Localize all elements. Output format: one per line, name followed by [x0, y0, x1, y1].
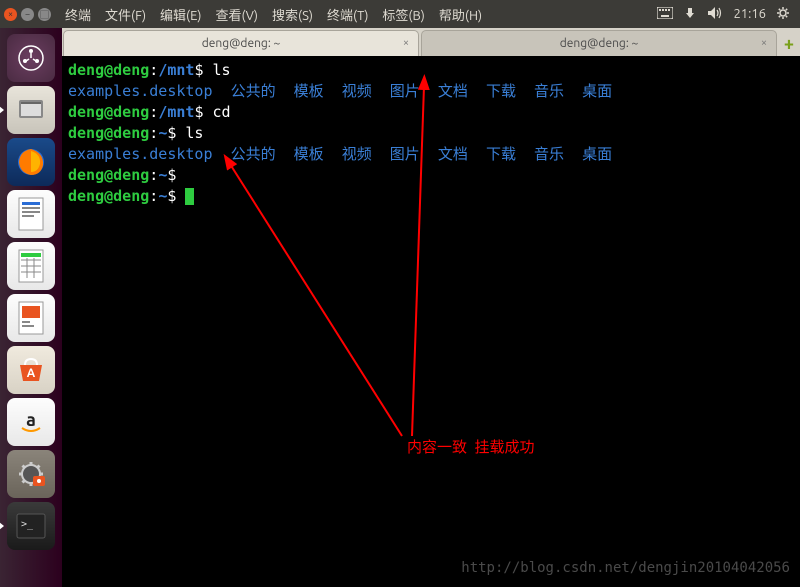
keyboard-icon[interactable] — [657, 7, 673, 22]
menu-items: 终端 文件(F) 编辑(E) 查看(V) 搜索(S) 终端(T) 标签(B) 帮… — [59, 5, 488, 24]
terminal-tab-1[interactable]: deng@deng: ~ × — [63, 30, 419, 56]
launcher-firefox[interactable] — [7, 138, 55, 186]
clock[interactable]: 21:16 — [733, 7, 766, 21]
menu-edit[interactable]: 编辑(E) — [154, 5, 207, 24]
launcher-dash[interactable] — [7, 34, 55, 82]
terminal-tab-2[interactable]: deng@deng: ~ × — [421, 30, 777, 56]
terminal-window: deng@deng: ~ × deng@deng: ~ × + deng@den… — [62, 28, 800, 587]
terminal-tab-bar: deng@deng: ~ × deng@deng: ~ × + — [62, 28, 800, 56]
menu-terminal[interactable]: 终端(T) — [321, 5, 374, 24]
top-menubar: × − ▢ 终端 文件(F) 编辑(E) 查看(V) 搜索(S) 终端(T) 标… — [0, 0, 800, 28]
cursor — [185, 188, 194, 205]
volume-icon[interactable] — [707, 6, 723, 23]
annotation-text: 内容一致 挂载成功 — [407, 438, 535, 459]
launcher-terminal[interactable]: >_ — [7, 502, 55, 550]
menu-search[interactable]: 搜索(S) — [266, 5, 319, 24]
terminal-line: examples.desktop 公共的 模板 视频 图片 文档 下载 音乐 桌… — [68, 81, 794, 102]
launcher-writer[interactable] — [7, 190, 55, 238]
watermark: http://blog.csdn.net/dengjin20104042056 — [461, 558, 790, 579]
menu-view[interactable]: 查看(V) — [210, 5, 264, 24]
new-tab-button[interactable]: + — [778, 32, 800, 56]
menu-file[interactable]: 文件(F) — [99, 5, 152, 24]
launcher-amazon[interactable]: a — [7, 398, 55, 446]
terminal-line: deng@deng:/mnt$ ls — [68, 60, 794, 81]
tab-title: deng@deng: ~ — [202, 37, 281, 50]
menu-terminal-app[interactable]: 终端 — [59, 5, 97, 24]
terminal-line: examples.desktop 公共的 模板 视频 图片 文档 下载 音乐 桌… — [68, 144, 794, 165]
launcher-files[interactable] — [7, 86, 55, 134]
tab-close-icon[interactable]: × — [758, 37, 770, 49]
launcher-calc[interactable] — [7, 242, 55, 290]
window-minimize-button[interactable]: − — [21, 8, 34, 21]
window-close-button[interactable]: × — [4, 8, 17, 21]
svg-text:a: a — [26, 410, 36, 430]
network-icon[interactable] — [683, 6, 697, 23]
menu-help[interactable]: 帮助(H) — [433, 5, 488, 24]
terminal-line: deng@deng:/mnt$ cd — [68, 102, 794, 123]
terminal-line: deng@deng:~$ ls — [68, 123, 794, 144]
launcher-settings[interactable] — [7, 450, 55, 498]
launcher-software[interactable]: A — [7, 346, 55, 394]
system-tray: 21:16 — [657, 6, 796, 23]
terminal-body[interactable]: deng@deng:/mnt$ lsexamples.desktop 公共的 模… — [62, 56, 800, 587]
svg-text:>_: >_ — [21, 519, 34, 530]
menu-tabs[interactable]: 标签(B) — [376, 5, 430, 24]
unity-launcher: A a >_ — [0, 28, 62, 587]
svg-text:A: A — [27, 367, 36, 380]
terminal-line: deng@deng:~$ — [68, 186, 794, 207]
window-controls: × − ▢ — [4, 8, 51, 21]
terminal-line: deng@deng:~$ — [68, 165, 794, 186]
window-maximize-button[interactable]: ▢ — [38, 8, 51, 21]
tab-close-icon[interactable]: × — [400, 37, 412, 49]
tab-title: deng@deng: ~ — [560, 37, 639, 50]
launcher-impress[interactable] — [7, 294, 55, 342]
gear-icon[interactable] — [776, 6, 790, 23]
